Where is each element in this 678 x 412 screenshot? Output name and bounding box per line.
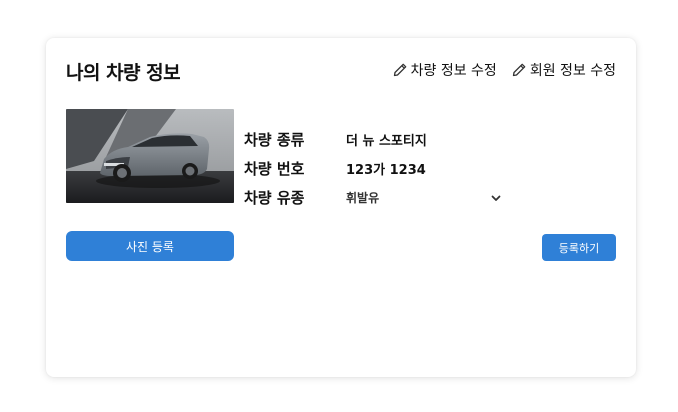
fuel-type-select[interactable]: 휘발유 — [346, 189, 502, 206]
vehicle-type-label: 차량 종류 — [244, 131, 305, 149]
register-button[interactable]: 등록하기 — [542, 234, 616, 261]
edit-vehicle-info-label: 차량 정보 수정 — [410, 63, 497, 79]
chevron-down-icon — [491, 195, 501, 201]
fuel-type-label: 차량 유종 — [244, 189, 305, 207]
vehicle-number-value: 123가 1234 — [346, 163, 426, 178]
edit-vehicle-info-link[interactable]: 차량 정보 수정 — [392, 60, 497, 80]
vehicle-info-card: 나의 차량 정보 차량 정보 수정 회원 정보 수정 차량 종류 더 뉴 스포티… — [46, 38, 636, 377]
fuel-type-selected: 휘발유 — [346, 191, 380, 205]
edit-member-info-link[interactable]: 회원 정보 수정 — [511, 60, 616, 80]
photo-upload-button[interactable]: 사진 등록 — [66, 231, 234, 261]
pencil-icon — [393, 63, 406, 77]
vehicle-number-label: 차량 번호 — [244, 160, 305, 178]
pencil-icon — [512, 63, 526, 77]
car-photo — [66, 109, 234, 203]
vehicle-type-value: 더 뉴 스포티지 — [346, 134, 427, 149]
header-actions: 차량 정보 수정 회원 정보 수정 — [392, 60, 616, 80]
vehicle-info: 차량 종류 더 뉴 스포티지 차량 번호 123가 1234 차량 유종 휘발유 — [244, 125, 502, 212]
vehicle-type-row: 차량 종류 더 뉴 스포티지 — [244, 125, 502, 154]
page-title: 나의 차량 정보 — [66, 62, 181, 84]
fuel-type-row: 차량 유종 휘발유 — [244, 183, 502, 212]
edit-member-info-label: 회원 정보 수정 — [529, 63, 616, 79]
vehicle-number-row: 차량 번호 123가 1234 — [244, 154, 502, 183]
